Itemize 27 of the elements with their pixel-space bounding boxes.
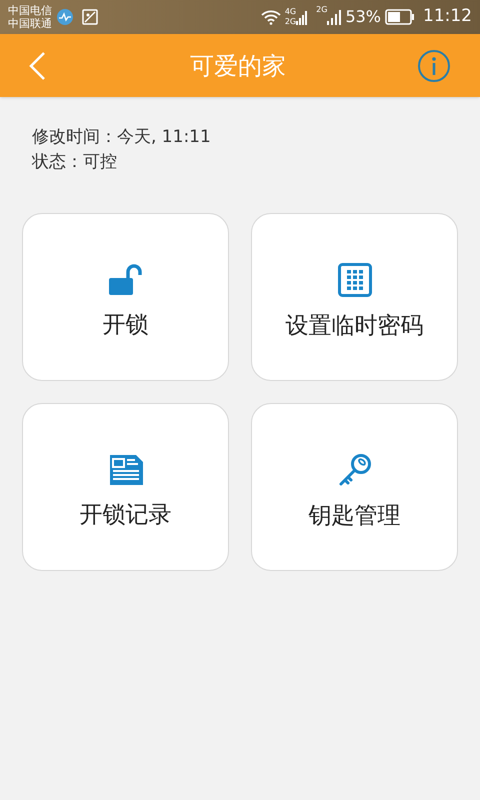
signal-icon (296, 8, 308, 26)
header-title: 可爱的家 (190, 50, 286, 82)
network-type: 4G (284, 7, 296, 17)
network-type: 2G (316, 4, 328, 16)
network-type: 2G (284, 17, 296, 27)
document-icon (108, 454, 144, 486)
action-tile[interactable]: 钥匙管理 (251, 403, 458, 571)
info-text: 状态：可控 (32, 151, 118, 174)
key-icon (338, 452, 372, 487)
action-tile[interactable]: 开锁记录 (22, 403, 229, 571)
open-padlock-icon (108, 264, 144, 296)
carrier-name: 中国联通 (8, 17, 52, 30)
battery-icon (385, 9, 415, 25)
wifi-icon (260, 9, 281, 25)
back-chevron-icon (28, 50, 46, 80)
action-tile[interactable]: 设置临时密码 (251, 213, 458, 381)
battery-percentage: 53% (345, 6, 381, 28)
carrier-name: 中国电信 (8, 4, 52, 17)
image-icon (82, 9, 98, 25)
info-button[interactable] (416, 48, 452, 84)
health-app-icon (56, 8, 74, 26)
clock-time: 11:12 (423, 5, 472, 28)
info-icon (417, 48, 451, 82)
signal-icon (327, 8, 342, 26)
info-text: 修改时间：今天, 11:11 (32, 126, 212, 149)
action-tile[interactable]: 开锁 (22, 213, 229, 381)
keypad-icon (338, 262, 372, 297)
